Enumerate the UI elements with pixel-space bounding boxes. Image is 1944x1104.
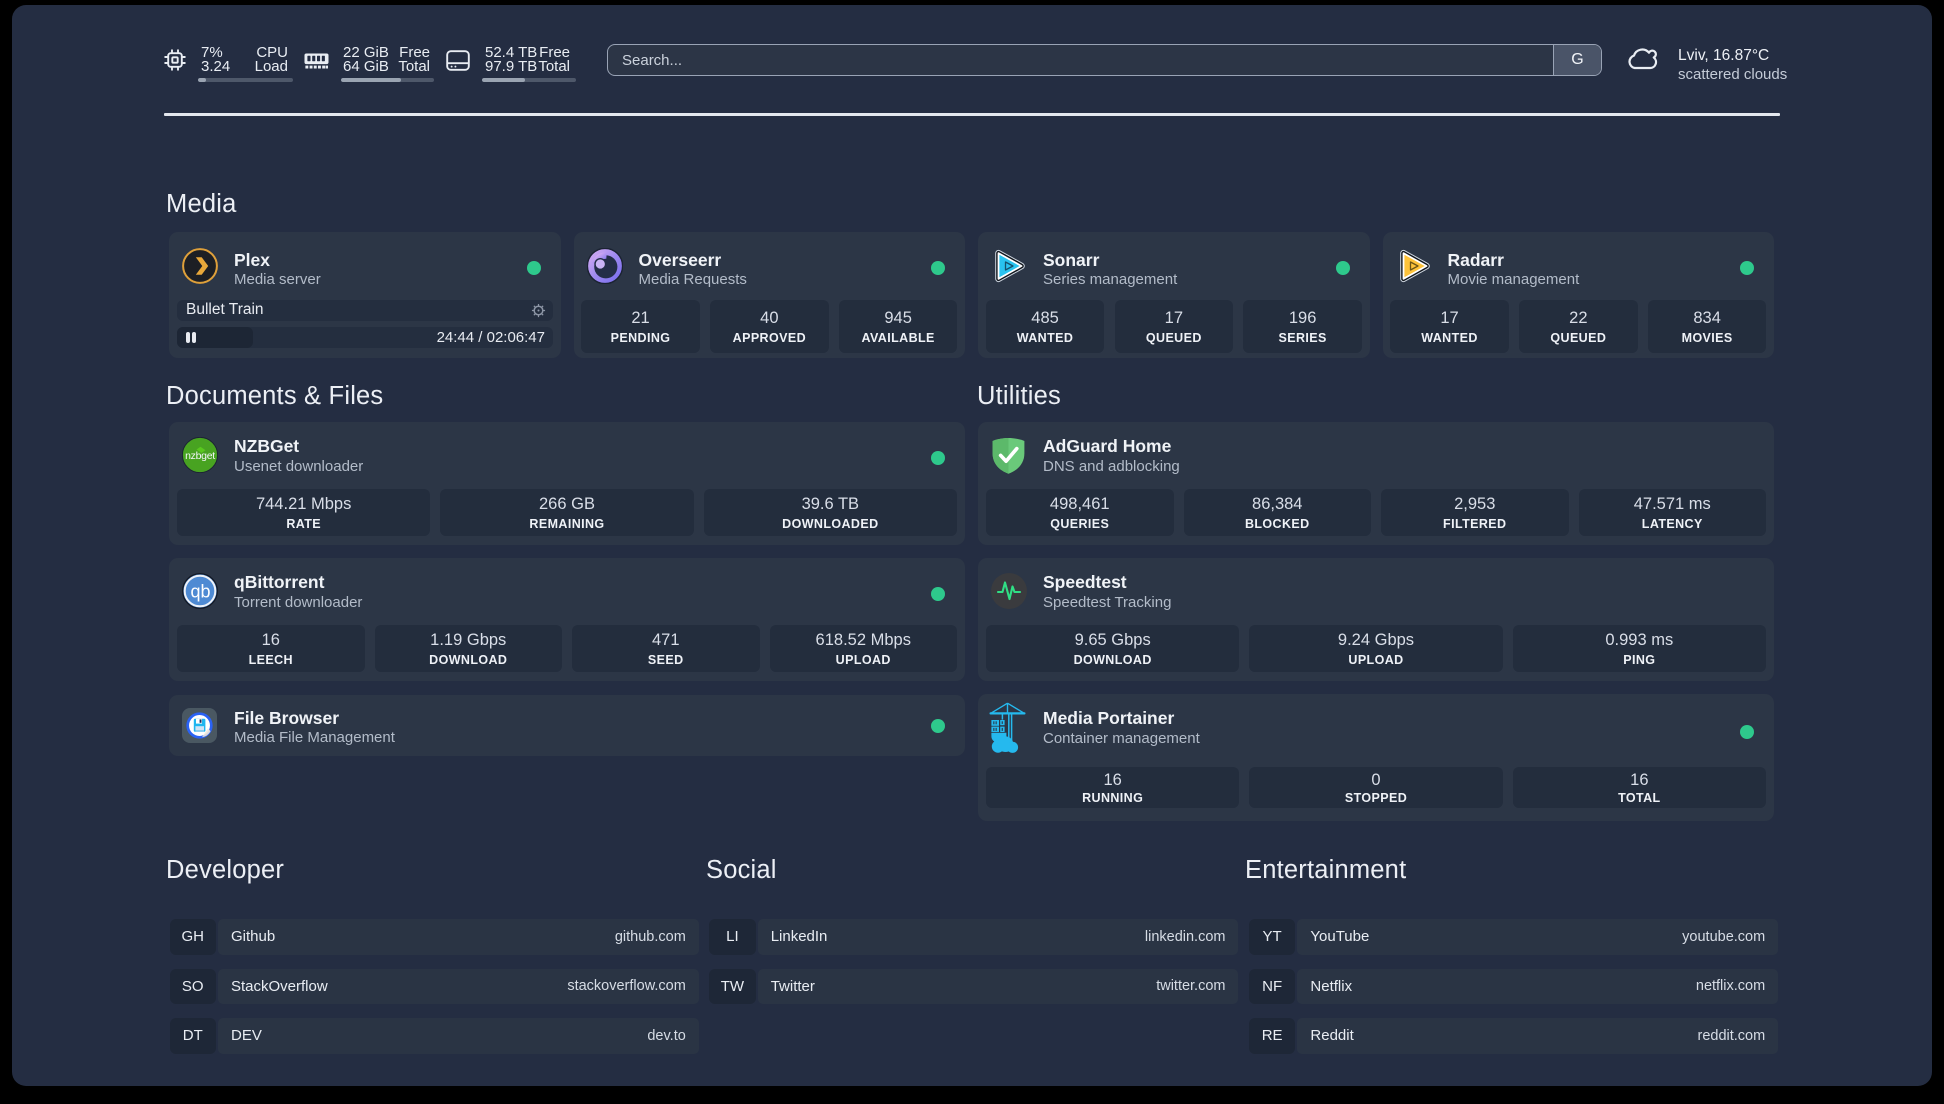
svg-text:qb: qb [190,582,210,602]
svg-text:nzbget: nzbget [185,450,215,462]
